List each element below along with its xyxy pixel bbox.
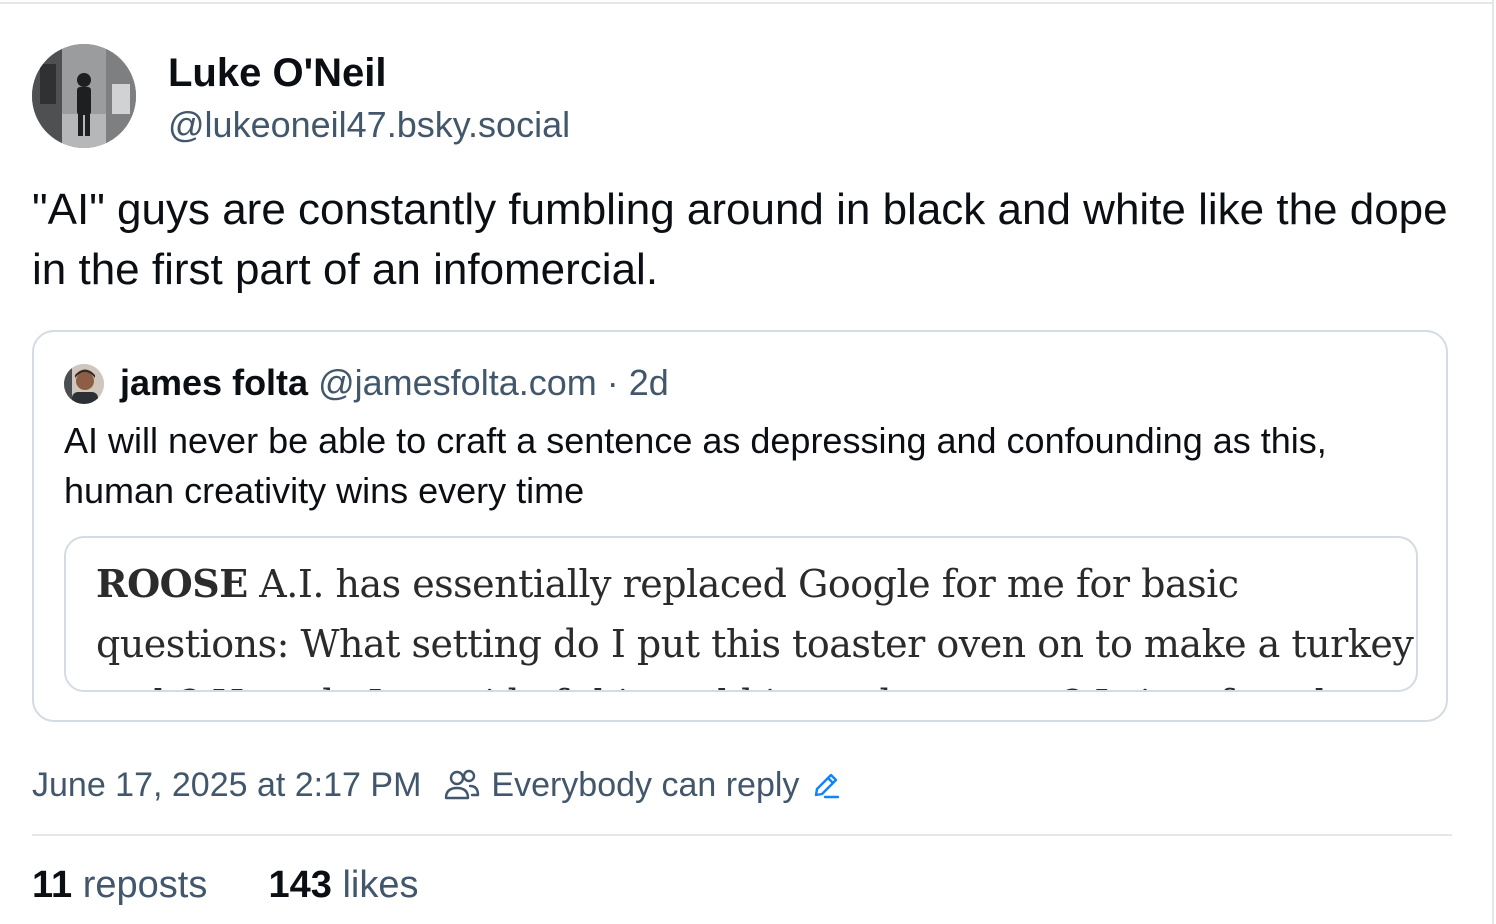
- right-divider: [1492, 0, 1494, 924]
- likes-count: 143: [268, 864, 332, 906]
- top-divider: [0, 2, 1494, 4]
- quoted-post-header: james folta @jamesfolta.com · 2d: [120, 360, 669, 406]
- quoted-header-separator: ·: [606, 362, 619, 403]
- reply-setting-label[interactable]: Everybody can reply: [491, 766, 799, 805]
- quoted-author-name[interactable]: james folta: [120, 362, 308, 403]
- reposts-label: reposts: [82, 864, 208, 906]
- stats-divider: [32, 834, 1452, 836]
- quoted-image-article-text: ROOSE A.I. has essentially replaced Goog…: [96, 554, 1416, 690]
- reposts-stat[interactable]: 11 reposts: [32, 864, 218, 906]
- likes-stat[interactable]: 143 likes: [268, 864, 418, 906]
- author-avatar[interactable]: [32, 44, 136, 148]
- quoted-author-handle[interactable]: @jamesfolta.com: [318, 362, 597, 403]
- author-handle[interactable]: @lukeoneil47.bsky.social: [168, 104, 570, 146]
- quoted-author-avatar-photo: [64, 364, 104, 404]
- post-stats-row: 11 reposts 143 likes: [32, 862, 418, 908]
- post-meta-row: June 17, 2025 at 2:17 PM Everybody can r…: [32, 764, 841, 806]
- people-icon: [443, 766, 481, 804]
- reposts-count: 11: [32, 864, 73, 906]
- likes-label: likes: [342, 864, 419, 906]
- quoted-image-body: A.I. has essentially replaced Google for…: [96, 562, 1414, 690]
- quoted-post-time[interactable]: 2d: [629, 362, 669, 403]
- quoted-post-card[interactable]: james folta @jamesfolta.com · 2d AI will…: [32, 330, 1448, 722]
- pencil-icon[interactable]: [811, 770, 841, 800]
- author-avatar-photo: [32, 44, 136, 148]
- quoted-post-text: AI will never be able to craft a sentenc…: [64, 420, 1327, 511]
- quoted-post-image[interactable]: ROOSE A.I. has essentially replaced Goog…: [64, 536, 1418, 692]
- post-thread-view: Luke O'Neil @lukeoneil47.bsky.social "AI…: [0, 0, 1496, 924]
- post-text: "AI" guys are constantly fumbling around…: [32, 185, 1448, 294]
- quoted-image-kicker: ROOSE: [96, 561, 248, 606]
- post-timestamp[interactable]: June 17, 2025 at 2:17 PM: [32, 766, 421, 805]
- author-display-name[interactable]: Luke O'Neil: [168, 50, 386, 96]
- quoted-author-avatar[interactable]: [64, 364, 104, 404]
